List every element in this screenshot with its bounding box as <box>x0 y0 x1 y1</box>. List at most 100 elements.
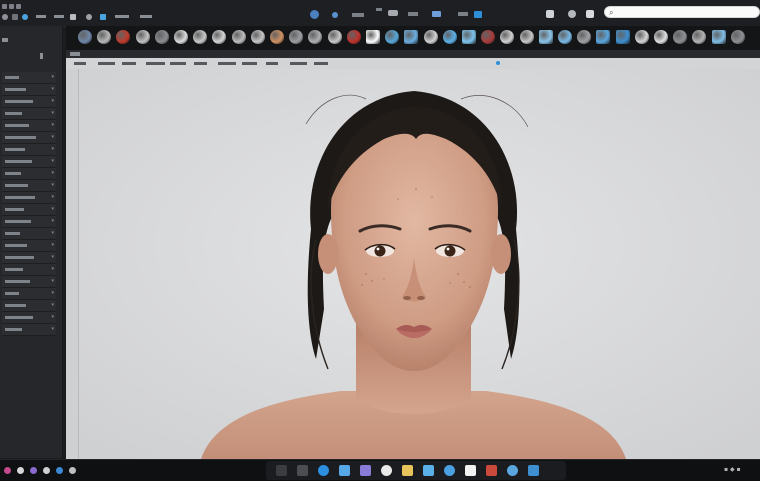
chevron-down-icon[interactable]: ▾ <box>51 74 54 80</box>
sphere-icon[interactable] <box>673 30 688 44</box>
property-row[interactable]: ▾ <box>2 228 56 240</box>
property-row[interactable]: ▾ <box>2 216 56 228</box>
chevron-down-icon[interactable]: ▾ <box>51 302 54 308</box>
chevron-down-icon[interactable]: ▾ <box>51 86 54 92</box>
chevron-down-icon[interactable]: ▾ <box>51 254 54 260</box>
app-icon[interactable] <box>56 467 63 474</box>
cube-icon[interactable] <box>404 30 419 44</box>
target-icon[interactable] <box>481 30 496 44</box>
menu-item[interactable] <box>376 8 382 11</box>
cube-icon[interactable] <box>538 30 553 44</box>
menu-item[interactable] <box>140 15 152 18</box>
property-row[interactable]: ▾ <box>2 252 56 264</box>
property-row[interactable]: ▾ <box>2 168 56 180</box>
chevron-down-icon[interactable]: ▾ <box>51 290 54 296</box>
app-icon[interactable] <box>465 465 476 476</box>
chevron-down-icon[interactable]: ▾ <box>51 278 54 284</box>
sphere-icon[interactable] <box>310 10 319 19</box>
brush-icon[interactable] <box>97 30 112 44</box>
app-icon[interactable] <box>444 465 455 476</box>
grid-icon[interactable] <box>730 30 745 44</box>
property-row[interactable]: ▾ <box>2 108 56 120</box>
chevron-down-icon[interactable]: ▾ <box>51 110 54 116</box>
app-icon[interactable] <box>507 465 518 476</box>
app-menu-icon[interactable] <box>9 4 14 9</box>
chevron-down-icon[interactable]: ▾ <box>51 146 54 152</box>
chevron-down-icon[interactable]: ▾ <box>51 218 54 224</box>
property-row[interactable]: ▾ <box>2 204 56 216</box>
slash-icon[interactable] <box>250 30 265 44</box>
hand-icon[interactable] <box>270 30 284 44</box>
property-row[interactable]: ▾ <box>2 132 56 144</box>
sphere-icon[interactable] <box>442 30 457 44</box>
property-row[interactable]: ▾ <box>2 96 56 108</box>
curve-icon[interactable] <box>519 30 534 44</box>
chevron-down-icon[interactable]: ▾ <box>51 170 54 176</box>
person-icon[interactable] <box>586 10 594 18</box>
menu-item[interactable] <box>54 15 64 18</box>
app-icon[interactable] <box>486 465 497 476</box>
curve-icon[interactable] <box>174 30 188 44</box>
sphere-icon[interactable] <box>22 14 28 20</box>
sphere-icon[interactable] <box>385 30 400 44</box>
cube-icon[interactable] <box>366 30 380 44</box>
slash-icon[interactable] <box>692 30 707 44</box>
app-icon[interactable] <box>360 465 371 476</box>
browser-icon[interactable] <box>318 465 329 476</box>
windows-icon[interactable] <box>276 465 287 476</box>
property-row[interactable]: ▾ <box>2 72 56 84</box>
sphere-icon[interactable] <box>78 30 92 44</box>
viewport-menu[interactable] <box>70 52 80 56</box>
sphere-icon[interactable] <box>154 30 169 44</box>
slash-icon[interactable] <box>654 30 668 44</box>
property-row[interactable]: ▾ <box>2 156 56 168</box>
app-icon[interactable] <box>43 467 50 474</box>
ring-icon[interactable] <box>289 30 304 44</box>
chevron-down-icon[interactable]: ▾ <box>51 194 54 200</box>
cube-icon[interactable] <box>615 30 630 44</box>
cube-icon[interactable] <box>474 11 482 18</box>
sphere-icon[interactable] <box>577 30 592 44</box>
app-icon[interactable] <box>339 465 350 476</box>
window-menu-icon[interactable] <box>2 4 7 9</box>
chevron-down-icon[interactable]: ▾ <box>51 98 54 104</box>
layers-icon[interactable] <box>546 10 554 18</box>
app-icon[interactable] <box>17 467 24 474</box>
toggle-icon[interactable] <box>388 10 398 16</box>
property-row[interactable]: ▾ <box>2 144 56 156</box>
app-icon[interactable] <box>528 465 539 476</box>
dot-icon[interactable] <box>332 12 338 18</box>
cube-icon[interactable] <box>596 30 611 44</box>
curve-icon[interactable] <box>423 30 438 44</box>
chevron-down-icon[interactable]: ▾ <box>51 122 54 128</box>
chevron-down-icon[interactable]: ▾ <box>51 242 54 248</box>
gear-icon[interactable] <box>86 14 92 20</box>
menu-item[interactable] <box>36 15 46 18</box>
chevron-down-icon[interactable]: ▾ <box>51 134 54 140</box>
chevron-down-icon[interactable]: ▾ <box>51 314 54 320</box>
search-input[interactable]: ⌕ <box>604 6 760 18</box>
property-row[interactable]: ▾ <box>2 324 56 336</box>
chevron-down-icon[interactable]: ▾ <box>51 326 54 332</box>
app-icon[interactable] <box>69 467 76 474</box>
file-icon[interactable] <box>70 14 76 20</box>
menu-item[interactable] <box>352 13 364 17</box>
app-icon[interactable] <box>297 465 308 476</box>
property-row[interactable]: ▾ <box>2 84 56 96</box>
app-icon[interactable] <box>30 467 37 474</box>
app-menu-icon[interactable] <box>16 4 21 9</box>
app-icon[interactable] <box>423 465 434 476</box>
app-icon[interactable] <box>381 465 392 476</box>
slash-icon[interactable] <box>327 30 342 44</box>
gear-icon[interactable] <box>568 10 576 18</box>
property-row[interactable]: ▾ <box>2 192 56 204</box>
curve-icon[interactable] <box>634 30 649 44</box>
window-icon[interactable] <box>432 11 441 17</box>
chevron-down-icon[interactable]: ▾ <box>51 206 54 212</box>
dot-icon[interactable] <box>116 30 131 44</box>
viewport-canvas[interactable] <box>66 69 760 459</box>
cube-icon[interactable] <box>100 14 106 20</box>
home-icon[interactable] <box>2 14 8 20</box>
property-row[interactable]: ▾ <box>2 276 56 288</box>
property-row[interactable]: ▾ <box>2 312 56 324</box>
